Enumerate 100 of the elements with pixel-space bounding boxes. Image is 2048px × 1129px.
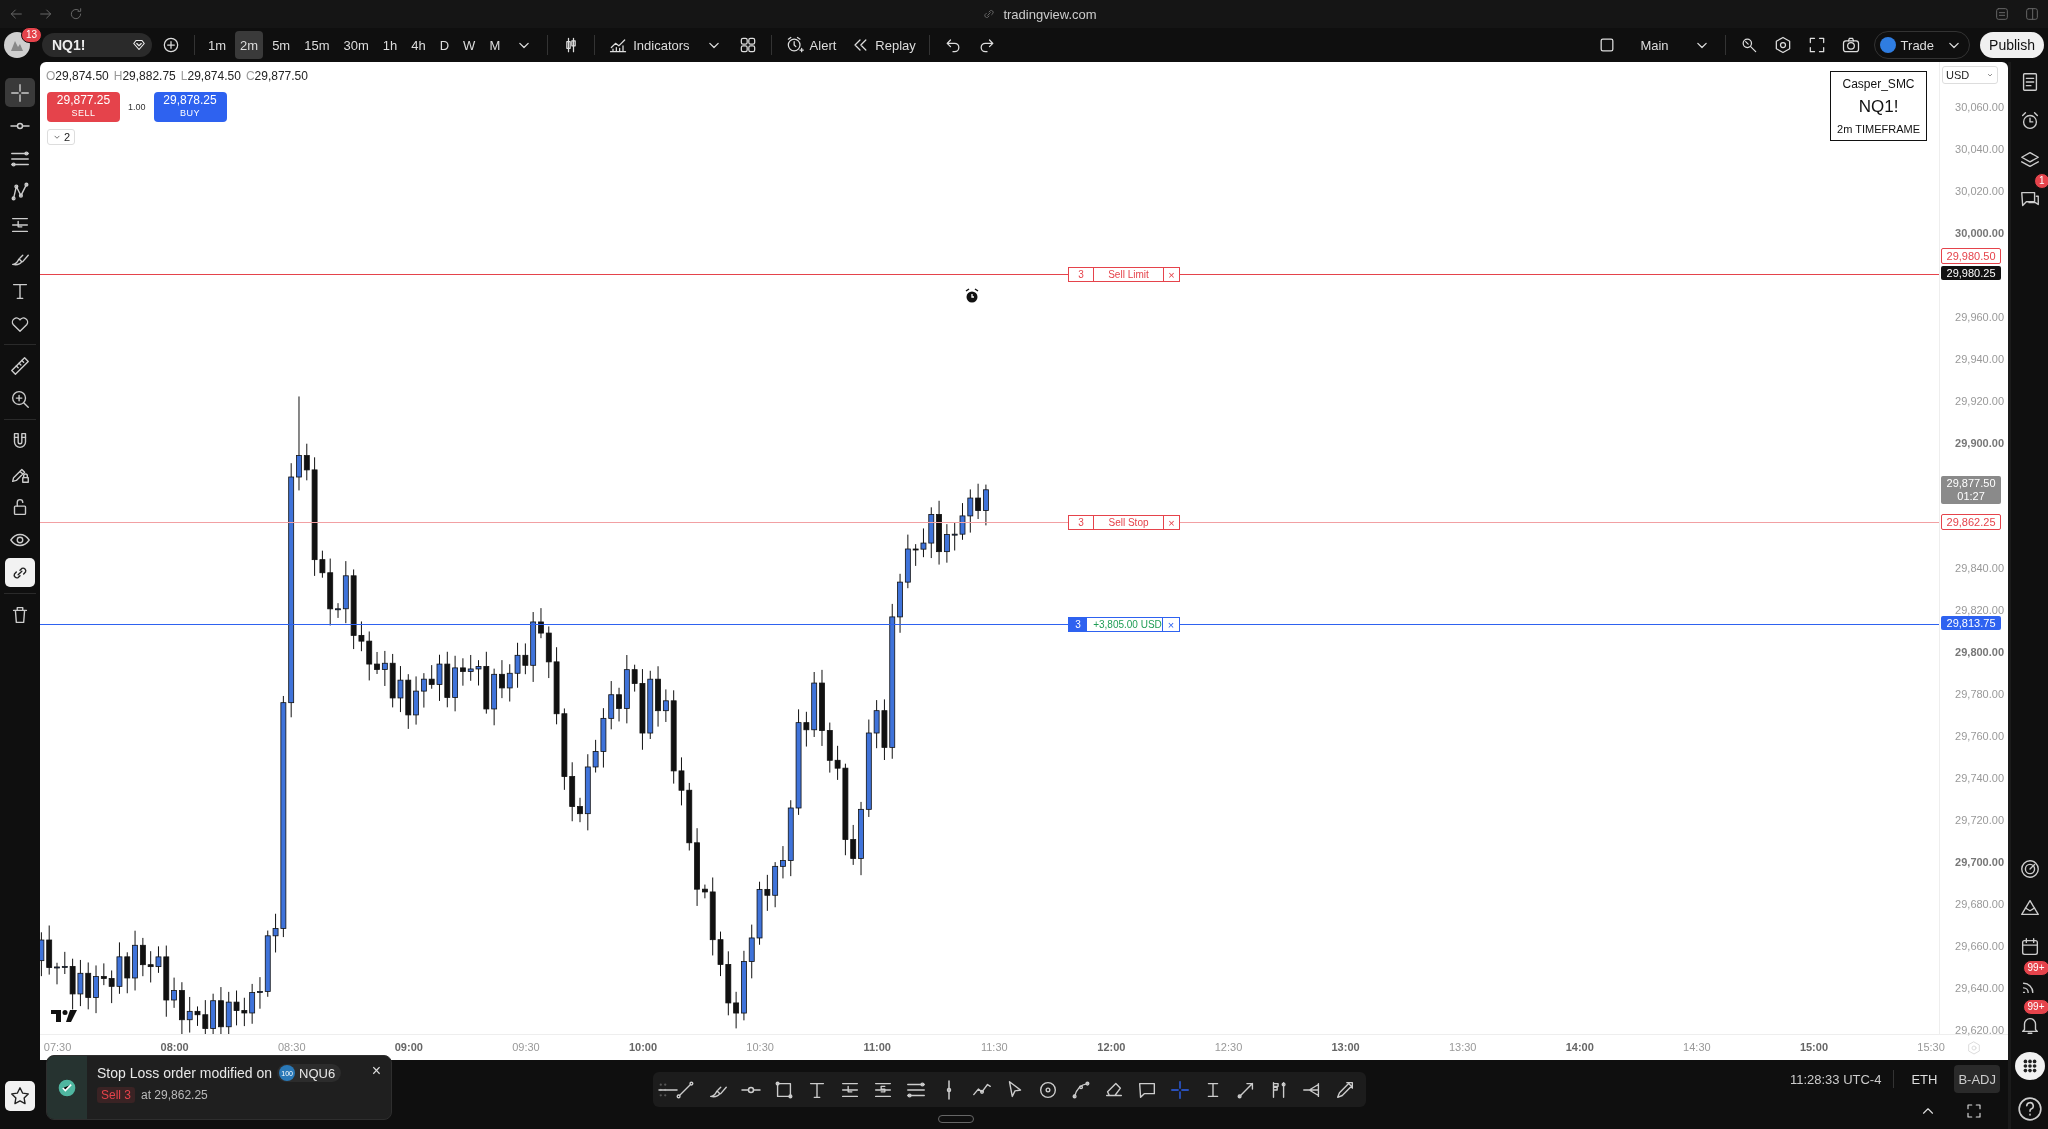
publish-button[interactable]: Publish	[1980, 32, 2044, 58]
replay-button[interactable]: Replay	[845, 31, 921, 59]
order-label[interactable]: 3 Sell Limit ×	[1068, 267, 1180, 282]
timeframe-text: 2m TIMEFRAME	[1837, 123, 1920, 135]
session-button[interactable]: ETH	[1906, 1065, 1943, 1093]
ohlc-value: O29,874.50	[46, 69, 109, 83]
adjustment-button[interactable]: B-ADJ	[1954, 1065, 2000, 1093]
time-label: 13:30	[1448, 1041, 1477, 1053]
indicators-button[interactable]: Indicators	[603, 31, 695, 59]
hray-icon	[740, 1085, 762, 1094]
order-label[interactable]: 3 Sell Stop ×	[1068, 515, 1180, 530]
time-label: 09:00	[394, 1041, 423, 1053]
hline-icon	[658, 1087, 678, 1092]
layout-name-button[interactable]: Main	[1626, 31, 1683, 59]
plus-icon	[161, 35, 181, 55]
symbol-search[interactable]: NQ1!	[42, 33, 152, 57]
order-line[interactable]	[40, 274, 1940, 275]
price-label: 29,640.00	[1954, 981, 2005, 995]
time-label: 12:30	[1214, 1041, 1243, 1053]
price-tag: 29,980.25	[1941, 266, 2002, 280]
quantity-text: 1.00	[128, 102, 146, 112]
forward-icon	[38, 6, 54, 22]
ohlc-value: C29,877.50	[245, 69, 308, 83]
timeframe-tab[interactable]: 30m	[338, 31, 374, 59]
toast-detail: at 29,862.25	[141, 1088, 208, 1102]
logo-icon	[50, 1008, 78, 1024]
time-label: 09:30	[512, 1041, 540, 1053]
price-label: 29,660.00	[1954, 939, 2005, 953]
drag-handle-icon	[659, 1081, 667, 1098]
price-label: 30,000.00	[1954, 226, 2005, 240]
close-order-button[interactable]: ×	[1163, 268, 1179, 281]
currency-dropdown[interactable]: USD	[1942, 66, 1999, 84]
camera-icon	[1840, 35, 1861, 55]
price-label: 29,800.00	[1954, 645, 2005, 659]
order-label[interactable]: 3 +3,805.00 USD ×	[1068, 617, 1180, 632]
price-tag: 29,862.25	[1941, 514, 2002, 530]
sync-link-tool[interactable]	[5, 558, 35, 587]
price-label: 30,060.00	[1954, 100, 2005, 114]
price-label: 29,740.00	[1954, 771, 2005, 785]
price-label: 29,940.00	[1954, 352, 2005, 366]
back-icon	[8, 6, 24, 22]
buy-button[interactable]: 29,878.25 BUY	[153, 92, 227, 122]
time-label: 07:30	[43, 1041, 72, 1053]
price-label: 29,720.00	[1954, 813, 2005, 827]
timeframe-tab[interactable]: 1h	[377, 31, 403, 59]
check-icon	[57, 1077, 77, 1098]
time-label: 13:00	[1331, 1041, 1360, 1053]
close-button[interactable]: ×	[371, 1062, 381, 1080]
timeframe-tab[interactable]: W	[458, 31, 481, 59]
sidebar-icon	[2024, 6, 2040, 22]
favorites-button[interactable]	[5, 1081, 35, 1111]
alarm-clock-icon[interactable]	[964, 288, 980, 304]
chevron-icon	[1986, 71, 1995, 79]
timeframe-tab[interactable]: 1m	[203, 31, 232, 59]
toast-message: Stop Loss order modified on	[97, 1065, 273, 1081]
timeframe-tab[interactable]: M	[484, 31, 506, 59]
order-quantity: 3	[1069, 516, 1094, 529]
indicators-toggle[interactable]: 2	[47, 129, 76, 145]
help-icon	[2016, 1096, 2043, 1122]
vline-icon	[946, 1079, 952, 1100]
side-tag: Sell 3	[97, 1087, 136, 1103]
price-label: 29,780.00	[1954, 687, 2005, 701]
timeframe-tab[interactable]: 2m	[235, 31, 264, 59]
crosshair-icon	[9, 81, 31, 104]
url-text[interactable]: tradingview.com	[1003, 6, 1097, 22]
gear-icon	[1966, 1039, 1982, 1056]
order-quantity: 3	[1069, 618, 1087, 631]
close-order-button[interactable]: ×	[1163, 516, 1179, 529]
broker-logo-icon	[1879, 37, 1896, 53]
order-text: Sell Limit	[1107, 268, 1150, 281]
price-label: 30,020.00	[1954, 184, 2005, 198]
price-label: 29,920.00	[1954, 394, 2005, 408]
price-label: 29,620.00	[1954, 1023, 2005, 1037]
hray-icon	[9, 121, 31, 130]
sell-button[interactable]: 29,877.25 SELL	[47, 92, 120, 122]
timeframe-tab[interactable]: 4h	[406, 31, 431, 59]
ruler-icon	[9, 354, 31, 377]
reload-icon	[68, 6, 84, 22]
price-label: 29,820.00	[1954, 603, 2005, 617]
alert-button[interactable]: Alert	[779, 31, 842, 59]
position-line[interactable]	[40, 624, 1940, 625]
gauge-icon	[2018, 858, 2041, 880]
ohlc-value: H29,882.75	[113, 69, 176, 83]
count-badge: 99+	[2022, 999, 2048, 1015]
close-order-button[interactable]: ×	[1163, 618, 1179, 631]
author-text: Casper_SMC	[1842, 77, 1915, 91]
time-label: 15:30	[1917, 1041, 1945, 1053]
price-label: 29,760.00	[1954, 729, 2005, 743]
price-label: 29,900.00	[1954, 436, 2005, 450]
apps-button[interactable]	[2014, 1052, 2045, 1080]
timeframe-tab[interactable]: 15m	[299, 31, 335, 59]
crosshair-tool[interactable]	[5, 78, 35, 107]
ohlc-value: L29,874.50	[180, 69, 241, 83]
time-label: 14:00	[1565, 1041, 1594, 1053]
clock-text: 11:28:33 UTC-4	[1789, 1071, 1882, 1087]
time-label: 08:30	[277, 1041, 306, 1053]
settings-icon	[1994, 6, 2010, 22]
timeframe-tab[interactable]: 5m	[267, 31, 296, 59]
symbol-text: NQ1!	[1858, 97, 1899, 117]
timeframe-tab[interactable]: D	[434, 31, 455, 59]
